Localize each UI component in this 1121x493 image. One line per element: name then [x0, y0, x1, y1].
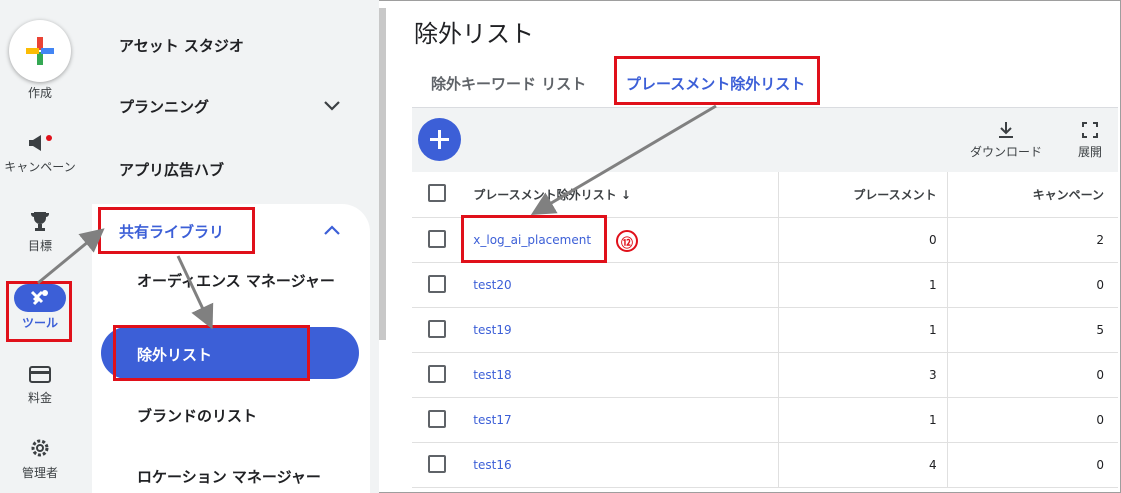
download-label: ダウンロード	[969, 145, 1042, 159]
list-name-cell: test19	[462, 307, 779, 353]
left-rail: 作成 キャンペーン 目標 ツール 料金 管理者	[0, 0, 92, 493]
download-icon	[999, 122, 1013, 138]
create-button[interactable]	[9, 20, 71, 82]
rail-item-label: 目標	[27, 239, 52, 253]
list-name-cell: test17	[462, 397, 779, 443]
row-checkbox[interactable]	[428, 409, 447, 428]
list-name-cell: test16	[462, 442, 779, 488]
placements-cell: 0	[778, 217, 948, 263]
list-name-link[interactable]: test18	[473, 368, 511, 382]
add-list-button[interactable]	[418, 118, 461, 161]
campaigns-cell: 2	[946, 217, 1118, 263]
download-button[interactable]: ダウンロード	[963, 120, 1049, 160]
nav-item-location-manager[interactable]: ロケーション マネージャー	[137, 466, 321, 487]
nav-item-planning[interactable]: プランニング	[119, 96, 209, 117]
expand-label: 展開	[1077, 145, 1102, 159]
placements-cell: 1	[778, 262, 948, 308]
row-checkbox[interactable]	[428, 274, 447, 293]
placements-cell: 3	[778, 352, 948, 398]
highlight-exclusion-lists	[113, 325, 310, 381]
row-select-cell	[412, 217, 463, 263]
column-header-list-name[interactable]: プレースメント除外リスト ↓	[462, 172, 779, 218]
megaphone-icon	[0, 133, 80, 156]
campaigns-cell: 5	[946, 307, 1118, 353]
nav-item-audience-manager[interactable]: オーディエンス マネージャー	[137, 270, 337, 292]
chevron-up-icon[interactable]	[322, 222, 342, 238]
fullscreen-icon	[1082, 122, 1098, 138]
rail-item-label: キャンペーン	[4, 160, 76, 174]
row-select-cell	[412, 262, 463, 308]
row-checkbox[interactable]	[428, 229, 447, 248]
plus-icon	[26, 37, 54, 65]
row-select-cell	[412, 397, 463, 443]
row-checkbox[interactable]	[428, 364, 447, 383]
highlight-first-row	[461, 215, 607, 263]
campaigns-cell: 0	[946, 442, 1118, 488]
table-row: test20 1 0	[412, 262, 1118, 308]
rail-item-goals[interactable]: 目標	[0, 210, 80, 254]
rail-item-billing[interactable]: 料金	[0, 364, 80, 406]
list-name-link[interactable]: test17	[473, 413, 511, 427]
column-header-placements[interactable]: プレースメント	[778, 172, 948, 218]
placements-cell: 1	[778, 397, 948, 443]
chevron-down-icon[interactable]	[322, 98, 342, 114]
select-all-checkbox[interactable]	[428, 184, 447, 202]
table-header-row: プレースメント除外リスト ↓ プレースメント キャンペーン	[412, 172, 1118, 218]
row-checkbox[interactable]	[428, 319, 447, 338]
campaigns-cell: 0	[946, 397, 1118, 443]
rail-item-admin[interactable]: 管理者	[0, 437, 80, 481]
page-title: 除外リスト	[414, 20, 534, 48]
table-row: test17 1 0	[412, 397, 1118, 443]
nav-item-app-ads-hub[interactable]: アプリ広告ハブ	[119, 159, 224, 180]
list-name-cell: test20	[462, 262, 779, 308]
expand-button[interactable]: 展開	[1072, 120, 1108, 160]
campaigns-cell: 0	[946, 352, 1118, 398]
list-name-cell: test18	[462, 352, 779, 398]
list-name-link[interactable]: test19	[473, 323, 511, 337]
row-select-cell	[412, 352, 463, 398]
highlight-shared-library	[98, 207, 255, 254]
row-checkbox[interactable]	[428, 454, 447, 473]
row-select-cell	[412, 307, 463, 353]
column-header-campaigns[interactable]: キャンペーン	[946, 172, 1118, 218]
placements-cell: 4	[778, 442, 948, 488]
list-name-link[interactable]: test16	[473, 458, 511, 472]
list-name-link[interactable]: test20	[473, 278, 511, 292]
highlight-placement-tab	[614, 56, 820, 105]
tab-negative-keyword-lists[interactable]: 除外キーワード リスト	[431, 73, 586, 94]
credit-card-icon	[0, 364, 80, 387]
nav-item-asset-studio[interactable]: アセット スタジオ	[119, 35, 244, 56]
table-row: test19 1 5	[412, 307, 1118, 353]
gear-icon	[0, 437, 80, 462]
rail-item-campaigns[interactable]: キャンペーン	[0, 133, 80, 175]
create-label: 作成	[27, 86, 52, 100]
table-row: test18 3 0	[412, 352, 1118, 398]
trophy-icon	[0, 210, 80, 235]
rail-item-label: 料金	[27, 391, 52, 405]
nav-item-brand-lists[interactable]: ブランドのリスト	[137, 405, 257, 426]
highlight-tools	[6, 281, 72, 342]
step-number-badge: ⑫	[616, 230, 638, 252]
rail-item-label: 管理者	[21, 466, 58, 480]
placements-cell: 1	[778, 307, 948, 353]
plus-icon	[430, 130, 449, 149]
row-select-cell	[412, 442, 463, 488]
select-all-cell	[412, 172, 463, 218]
campaigns-cell: 0	[946, 262, 1118, 308]
table-row: test16 4 0	[412, 442, 1118, 488]
nav-scrollbar[interactable]	[379, 8, 386, 340]
